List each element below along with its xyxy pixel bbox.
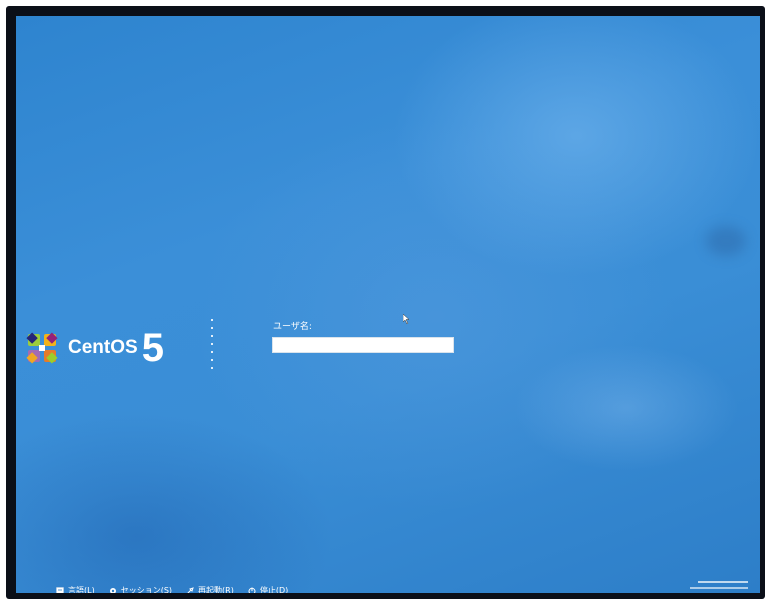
date-time-indicator [690, 580, 750, 593]
centos-logo-icon [22, 328, 62, 368]
bottom-menu-bar: 言語(L) セッション(S) 再起動(R) 停止(D) [56, 585, 288, 593]
mouse-pointer-icon [403, 314, 410, 324]
restart-menu[interactable]: 再起動(R) [186, 585, 234, 593]
shutdown-menu-label: 停止(D) [259, 586, 289, 593]
username-label: ユーザ名: [273, 322, 312, 332]
monitor-frame: CentOS 5 ユーザ名: 言語(L) セッション(S) 再起動(R) 停止(… [6, 6, 765, 599]
language-menu[interactable]: 言語(L) [56, 585, 95, 593]
vertical-divider [211, 319, 213, 373]
restart-menu-label: 再起動(R) [198, 586, 234, 593]
session-menu-label: セッション(S) [120, 586, 173, 593]
shutdown-icon [248, 587, 256, 593]
login-screen: CentOS 5 ユーザ名: 言語(L) セッション(S) 再起動(R) 停止(… [16, 16, 760, 593]
brand-version: 5 [141, 326, 164, 370]
language-menu-label: 言語(L) [68, 586, 95, 593]
brand-name: CentOS [68, 337, 138, 358]
session-icon [109, 587, 116, 593]
language-icon [56, 586, 64, 593]
username-input[interactable] [272, 337, 454, 353]
distro-logo: CentOS 5 [22, 321, 164, 375]
background-blur [706, 226, 746, 256]
restart-icon [186, 586, 194, 593]
shutdown-menu[interactable]: 停止(D) [248, 585, 288, 593]
date-time-blur [690, 581, 748, 589]
session-menu[interactable]: セッション(S) [109, 585, 172, 593]
